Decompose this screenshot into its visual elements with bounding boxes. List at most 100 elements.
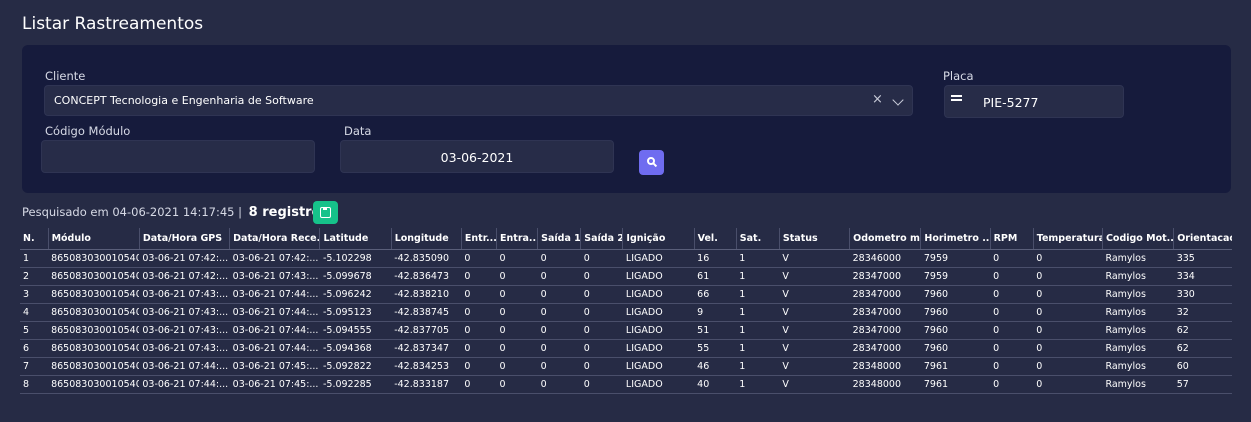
date-value: 03-06-2021 — [440, 150, 514, 165]
column-header[interactable]: Latitude — [319, 228, 392, 250]
column-header[interactable]: Ignição — [622, 228, 695, 250]
table-row[interactable]: 6 865083030010540 03-06-21 07:43:... 03-06-… — [20, 339, 1232, 358]
column-header[interactable]: Data/Hora GPS — [139, 228, 231, 250]
table-cell: 0 — [461, 267, 497, 286]
table-cell: 3 — [20, 285, 49, 304]
table-row[interactable]: 3 865083030010540 03-06-21 07:43:... 03-06-… — [20, 285, 1232, 304]
table-row[interactable]: 1 865083030010540 03-06-21 07:42:... 03-06-… — [20, 249, 1232, 268]
table-cell: 7961 — [920, 375, 991, 394]
column-header[interactable]: Vel. — [694, 228, 737, 250]
table-cell: 0 — [537, 267, 581, 286]
table-cell: V — [779, 249, 850, 268]
table-cell: Ramylos — [1102, 375, 1174, 394]
table-cell: LIGADO — [622, 357, 695, 376]
table-cell: 7960 — [920, 339, 991, 358]
table-row[interactable]: 7 865083030010540 03-06-21 07:44:... 03-06-… — [20, 357, 1232, 376]
column-header[interactable]: Orientacao — [1173, 228, 1232, 250]
table-cell: 0 — [461, 339, 497, 358]
table-cell: 6 — [20, 339, 49, 358]
table-row[interactable]: 5 865083030010540 03-06-21 07:43:... 03-06-… — [20, 321, 1232, 340]
table-cell: 0 — [496, 321, 538, 340]
table-cell: 0 — [461, 285, 497, 304]
table-cell: -5.092822 — [319, 357, 392, 376]
table-cell: 0 — [537, 375, 581, 394]
column-header[interactable]: Saída 1 — [537, 228, 582, 250]
table-cell: -5.092285 — [319, 375, 392, 394]
column-header[interactable]: Status — [779, 228, 851, 250]
table-cell: -42.837347 — [391, 339, 462, 358]
table-cell: 1 — [736, 321, 780, 340]
column-header[interactable]: RPM — [990, 228, 1034, 250]
table-cell: 1 — [736, 357, 780, 376]
table-row[interactable]: 4 865083030010540 03-06-21 07:43:... 03-06-… — [20, 303, 1232, 322]
table-cell: 61 — [694, 267, 737, 286]
column-header[interactable]: Horimetro ... — [920, 228, 991, 250]
table-cell: 0 — [461, 249, 497, 268]
table-cell: 0 — [496, 267, 538, 286]
table-cell: 32 — [1173, 303, 1232, 322]
plate-field[interactable]: PIE-5277 — [944, 85, 1124, 118]
column-header[interactable]: N. — [20, 228, 49, 250]
table-cell: 28347000 — [849, 303, 921, 322]
table-cell: 03-06-21 07:43:... — [139, 339, 230, 358]
column-header[interactable]: Módulo — [48, 228, 140, 250]
client-select[interactable]: CONCEPT Tecnologia e Engenharia de Softw… — [44, 85, 913, 116]
column-header[interactable]: Longitude — [391, 228, 462, 250]
module-label: Código Módulo — [45, 124, 131, 138]
table-cell: 0 — [496, 249, 538, 268]
column-header[interactable]: Sat. — [736, 228, 780, 250]
save-icon — [320, 207, 331, 218]
table-cell: -5.096242 — [319, 285, 392, 304]
table-cell: 0 — [496, 285, 538, 304]
table-cell: 55 — [694, 339, 737, 358]
table-cell: 865083030010540 — [48, 375, 140, 394]
table-cell: 03-06-21 07:43:... — [229, 267, 320, 286]
table-cell: 0 — [580, 249, 623, 268]
table-cell: 03-06-21 07:44:... — [229, 321, 320, 340]
table-cell: 2 — [20, 267, 49, 286]
table-cell: 865083030010540 — [48, 357, 140, 376]
table-cell: -5.095123 — [319, 303, 392, 322]
table-cell: 865083030010540 — [48, 339, 140, 358]
table-cell: 0 — [990, 357, 1034, 376]
table-cell: 0 — [580, 285, 623, 304]
table-cell: 0 — [537, 339, 581, 358]
table-cell: Ramylos — [1102, 303, 1174, 322]
table-cell: 1 — [20, 249, 49, 268]
column-header[interactable]: Saída 2 — [580, 228, 624, 250]
list-icon[interactable] — [951, 95, 962, 103]
table-cell: 7960 — [920, 321, 991, 340]
table-row[interactable]: 8 865083030010540 03-06-21 07:44:... 03-06-… — [20, 375, 1232, 394]
table-row[interactable]: 2 865083030010540 03-06-21 07:42:... 03-06-… — [20, 267, 1232, 286]
table-cell: -5.099678 — [319, 267, 392, 286]
table-cell: 0 — [461, 321, 497, 340]
chevron-down-icon[interactable] — [892, 94, 904, 106]
table-cell: 0 — [537, 321, 581, 340]
table-cell: -42.836473 — [391, 267, 462, 286]
table-cell: 7961 — [920, 357, 991, 376]
column-header[interactable]: Entr... — [461, 228, 498, 250]
column-header[interactable]: Entra... — [496, 228, 539, 250]
column-header[interactable]: Temperatura — [1033, 228, 1103, 250]
export-button[interactable] — [313, 201, 338, 224]
table-cell: -5.094368 — [319, 339, 392, 358]
client-value: CONCEPT Tecnologia e Engenharia de Softw… — [54, 94, 314, 107]
table-cell: 03-06-21 07:42:... — [139, 249, 230, 268]
table-cell: 9 — [694, 303, 737, 322]
table-cell: 0 — [580, 303, 623, 322]
search-summary: Pesquisado em 04-06-2021 14:17:45 | 8 re… — [22, 205, 328, 220]
module-code-input[interactable] — [41, 140, 315, 173]
close-icon[interactable]: × — [872, 92, 883, 107]
table-cell: 0 — [1033, 339, 1103, 358]
table-cell: 7 — [20, 357, 49, 376]
table-cell: 03-06-21 07:43:... — [139, 321, 230, 340]
column-header[interactable]: Codigo Mot... — [1102, 228, 1175, 250]
date-input[interactable]: 03-06-2021 — [340, 140, 614, 173]
column-header[interactable]: Odometro m — [849, 228, 922, 250]
search-button[interactable] — [639, 150, 664, 175]
table-cell: 03-06-21 07:44:... — [229, 339, 320, 358]
table-cell: 0 — [990, 249, 1034, 268]
column-header[interactable]: Data/Hora Rece... — [229, 228, 321, 250]
table-cell: -42.838745 — [391, 303, 462, 322]
table-cell: V — [779, 375, 850, 394]
